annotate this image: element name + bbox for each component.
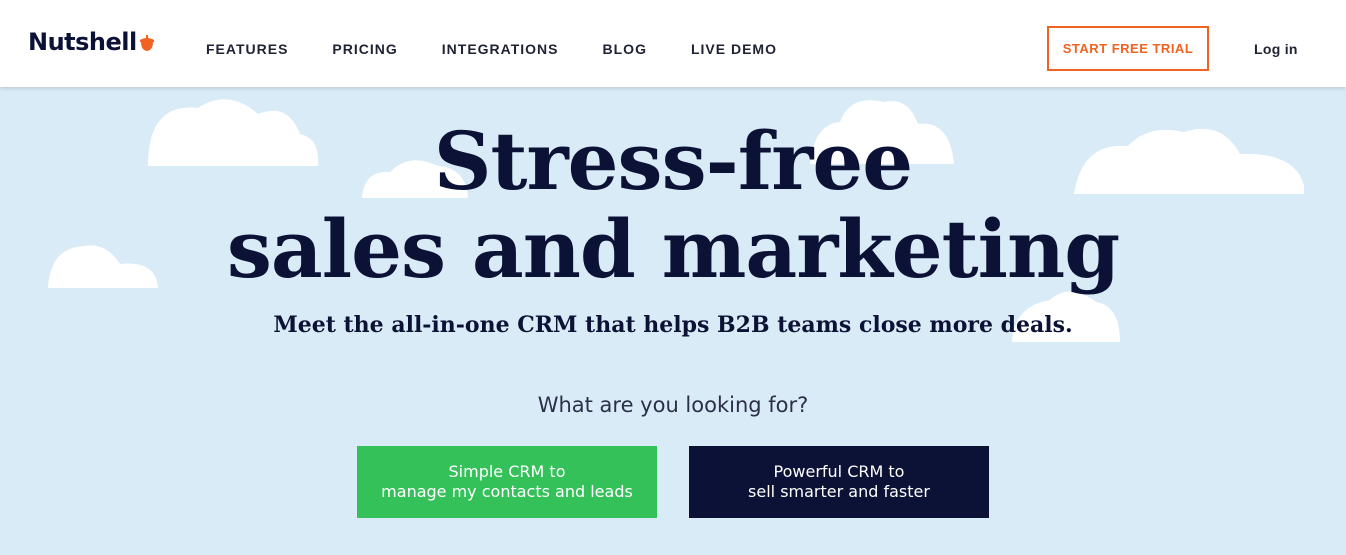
logo-text: Nutshell: [28, 28, 137, 56]
simple-crm-line2: manage my contacts and leads: [381, 482, 633, 501]
hero-title-line1: Stress-free: [433, 114, 913, 208]
login-link[interactable]: Log in: [1254, 41, 1298, 57]
nav-pricing[interactable]: PRICING: [332, 41, 397, 57]
nav-live-demo[interactable]: LIVE DEMO: [691, 41, 777, 57]
powerful-crm-line1: Powerful CRM to: [773, 462, 905, 481]
nutshell-logo[interactable]: Nutshell: [28, 28, 155, 56]
nav-integrations[interactable]: INTEGRATIONS: [442, 41, 559, 57]
hero-subtitle: Meet the all-in-one CRM that helps B2B t…: [273, 312, 1073, 338]
hero-title: Stress-free sales and marketing: [0, 117, 1346, 293]
nav-blog[interactable]: BLOG: [603, 41, 647, 57]
looking-for-question: What are you looking for?: [537, 393, 809, 417]
powerful-crm-line2: sell smarter and faster: [748, 482, 930, 501]
powerful-crm-button[interactable]: Powerful CRM to sell smarter and faster: [689, 446, 989, 518]
nav-links: FEATURES PRICING INTEGRATIONS BLOG LIVE …: [206, 41, 821, 57]
start-free-trial-button[interactable]: START FREE TRIAL: [1047, 26, 1209, 71]
nav-features[interactable]: FEATURES: [206, 41, 288, 57]
acorn-icon: [139, 35, 154, 51]
hero-title-line2: sales and marketing: [226, 202, 1120, 296]
simple-crm-line1: Simple CRM to: [448, 462, 566, 481]
top-navigation: Nutshell FEATURES PRICING INTEGRATIONS B…: [0, 0, 1346, 87]
simple-crm-button[interactable]: Simple CRM to manage my contacts and lea…: [357, 446, 657, 518]
